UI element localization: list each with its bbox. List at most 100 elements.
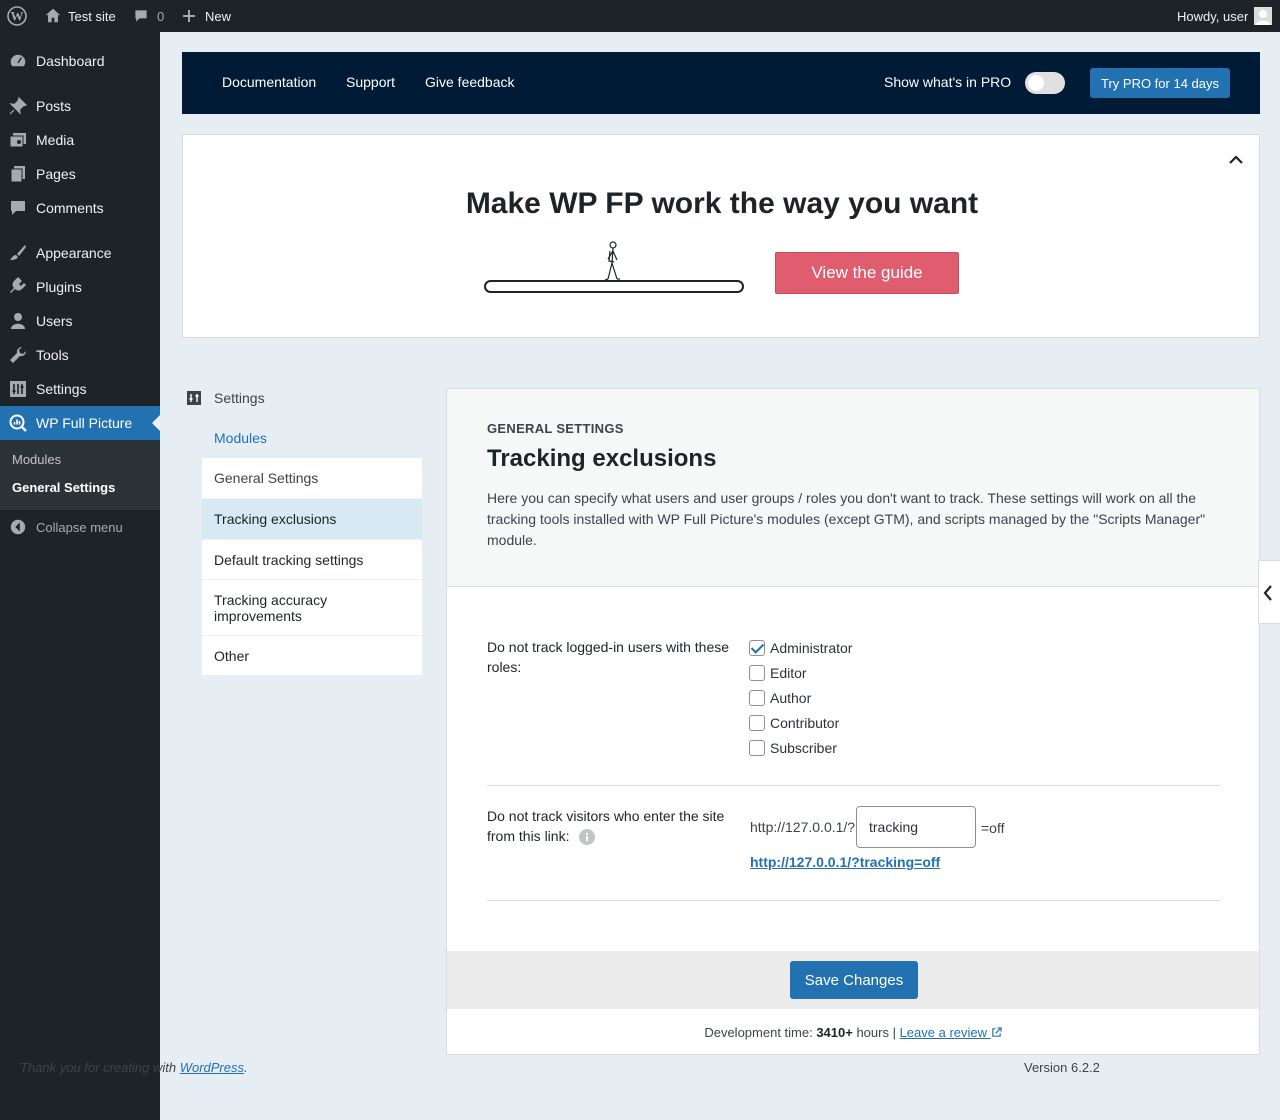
checkbox[interactable]: [749, 740, 765, 756]
plugin-top-nav: Documentation Support Give feedback Show…: [182, 52, 1260, 114]
dev-hours: 3410+: [816, 1025, 853, 1040]
save-bar: Save Changes: [447, 951, 1259, 1009]
new-content-link[interactable]: New: [182, 0, 231, 32]
plug-icon: [10, 277, 26, 293]
svg-text:W: W: [11, 9, 24, 24]
howdy-text: Howdy, user: [1177, 8, 1249, 24]
checkbox[interactable]: [749, 715, 765, 731]
development-time-note: Development time: 3410+ hours | Leave a …: [447, 1025, 1259, 1040]
settings-section-nav: General Settings Tracking exclusions Def…: [202, 458, 422, 675]
nav-other[interactable]: Other: [202, 635, 422, 675]
give-feedback-link[interactable]: Give feedback: [425, 74, 515, 90]
field-divider: [487, 785, 1221, 786]
chevron-up-icon[interactable]: [1227, 153, 1245, 167]
brush-icon: [10, 245, 26, 260]
menu-item-users[interactable]: Users: [0, 304, 160, 338]
role-checkbox-administrator[interactable]: Administrator: [749, 638, 852, 658]
settings-panel: GENERAL SETTINGS Tracking exclusions Her…: [446, 388, 1260, 1055]
wordpress-logo-icon[interactable]: W: [7, 0, 27, 32]
admin-bar: W Test site 0 New Howdy, user: [0, 0, 1280, 32]
submenu-item-general-settings[interactable]: General Settings: [12, 480, 115, 495]
wp-full-picture-submenu: Modules General Settings: [0, 440, 160, 510]
documentation-link[interactable]: Documentation: [222, 74, 316, 90]
my-account-link[interactable]: Howdy, user: [1177, 0, 1273, 32]
nav-tracking-accuracy-improvements[interactable]: Tracking accuracy improvements: [202, 579, 422, 635]
section-header: GENERAL SETTINGS Tracking exclusions Her…: [447, 389, 1259, 587]
show-pro-toggle[interactable]: [1025, 72, 1065, 94]
site-name-link[interactable]: Test site: [44, 0, 116, 32]
footer-thanks: Thank you for creating with WordPress.: [20, 1060, 248, 1075]
guide-banner-title: Make WP FP work the way you want: [465, 187, 979, 220]
menu-item-settings[interactable]: Settings: [0, 372, 160, 406]
sliders-icon: [10, 381, 26, 397]
try-pro-button[interactable]: Try PRO for 14 days: [1090, 68, 1230, 98]
admin-menu: Dashboard Posts Media Pages Comments App…: [0, 32, 160, 1120]
nav-general-settings[interactable]: General Settings: [202, 458, 422, 498]
role-checkbox-author[interactable]: Author: [749, 688, 811, 708]
walking-progress-illustration: [484, 241, 744, 293]
guide-banner: Make WP FP work the way you want View th…: [182, 134, 1260, 338]
nav-default-tracking-settings[interactable]: Default tracking settings: [202, 539, 422, 579]
new-label: New: [205, 8, 232, 24]
avatar: [1254, 7, 1273, 25]
section-title: Tracking exclusions: [487, 445, 717, 472]
collapse-menu-button[interactable]: Collapse menu: [0, 510, 160, 544]
link-field-label: Do not track visitors who enter the site…: [487, 808, 725, 846]
section-description: Here you can specify what users and user…: [487, 490, 1206, 548]
role-checkbox-editor[interactable]: Editor: [749, 663, 807, 683]
submenu-item-modules[interactable]: Modules: [12, 452, 61, 467]
toggle-knob: [1028, 75, 1044, 91]
comments-link[interactable]: 0: [133, 0, 164, 32]
pin-icon: [9, 96, 28, 115]
settings-sliders-icon: [187, 391, 201, 405]
checkbox[interactable]: [749, 665, 765, 681]
link-prefix: http://127.0.0.1/?: [750, 819, 856, 835]
site-name: Test site: [68, 8, 116, 24]
page-icon: [10, 166, 25, 183]
content-area: Documentation Support Give feedback Show…: [160, 32, 1280, 1120]
plus-icon: [183, 10, 195, 22]
save-changes-button[interactable]: Save Changes: [790, 961, 918, 999]
settings-nav-header: Settings: [186, 388, 265, 408]
view-guide-button[interactable]: View the guide: [775, 252, 959, 294]
checkbox-checked[interactable]: [749, 640, 765, 656]
comment-icon: [11, 201, 25, 215]
home-icon: [45, 8, 61, 23]
support-link[interactable]: Support: [346, 74, 395, 90]
tracking-off-link[interactable]: http://127.0.0.1/?tracking=off: [750, 854, 940, 870]
tracking-param-input[interactable]: [856, 806, 976, 848]
collapse-arrow-icon: [10, 519, 26, 535]
show-pro-label: Show what's in PRO: [884, 74, 1012, 90]
comment-bubble-icon: [135, 10, 147, 22]
menu-item-tools[interactable]: Tools: [0, 338, 160, 372]
checkbox[interactable]: [749, 690, 765, 706]
menu-item-dashboard[interactable]: Dashboard: [0, 44, 160, 78]
menu-item-plugins[interactable]: Plugins: [0, 270, 160, 304]
nav-tracking-exclusions[interactable]: Tracking exclusions: [202, 498, 422, 539]
menu-item-pages[interactable]: Pages: [0, 157, 160, 191]
menu-item-media[interactable]: Media: [0, 123, 160, 157]
section-eyebrow: GENERAL SETTINGS: [487, 421, 624, 436]
menu-item-comments[interactable]: Comments: [0, 191, 160, 225]
settings-nav-title: Settings: [214, 390, 265, 406]
side-panel-toggle[interactable]: [1258, 560, 1280, 624]
comments-count: 0: [157, 8, 165, 24]
leave-review-link[interactable]: Leave a review: [900, 1025, 1002, 1040]
dashboard-icon: [9, 53, 27, 68]
role-checkbox-contributor[interactable]: Contributor: [749, 713, 839, 733]
chart-magnifier-icon: [9, 414, 27, 432]
roles-field-label: Do not track logged-in users with these …: [487, 639, 730, 675]
info-icon[interactable]: [579, 829, 596, 846]
external-link-icon: [991, 1027, 1002, 1037]
menu-item-posts[interactable]: Posts: [0, 89, 160, 123]
role-checkbox-subscriber[interactable]: Subscriber: [749, 738, 837, 758]
wordpress-version: Version 6.2.2: [1024, 1060, 1100, 1075]
chevron-left-icon: [1263, 585, 1272, 601]
modules-link[interactable]: Modules: [214, 430, 267, 446]
user-icon: [11, 313, 25, 329]
menu-item-wp-full-picture[interactable]: WP Full Picture: [0, 406, 160, 440]
wordpress-link[interactable]: WordPress: [180, 1060, 244, 1075]
field-divider: [487, 900, 1221, 901]
link-suffix: =off: [981, 820, 1005, 836]
menu-item-appearance[interactable]: Appearance: [0, 236, 160, 270]
